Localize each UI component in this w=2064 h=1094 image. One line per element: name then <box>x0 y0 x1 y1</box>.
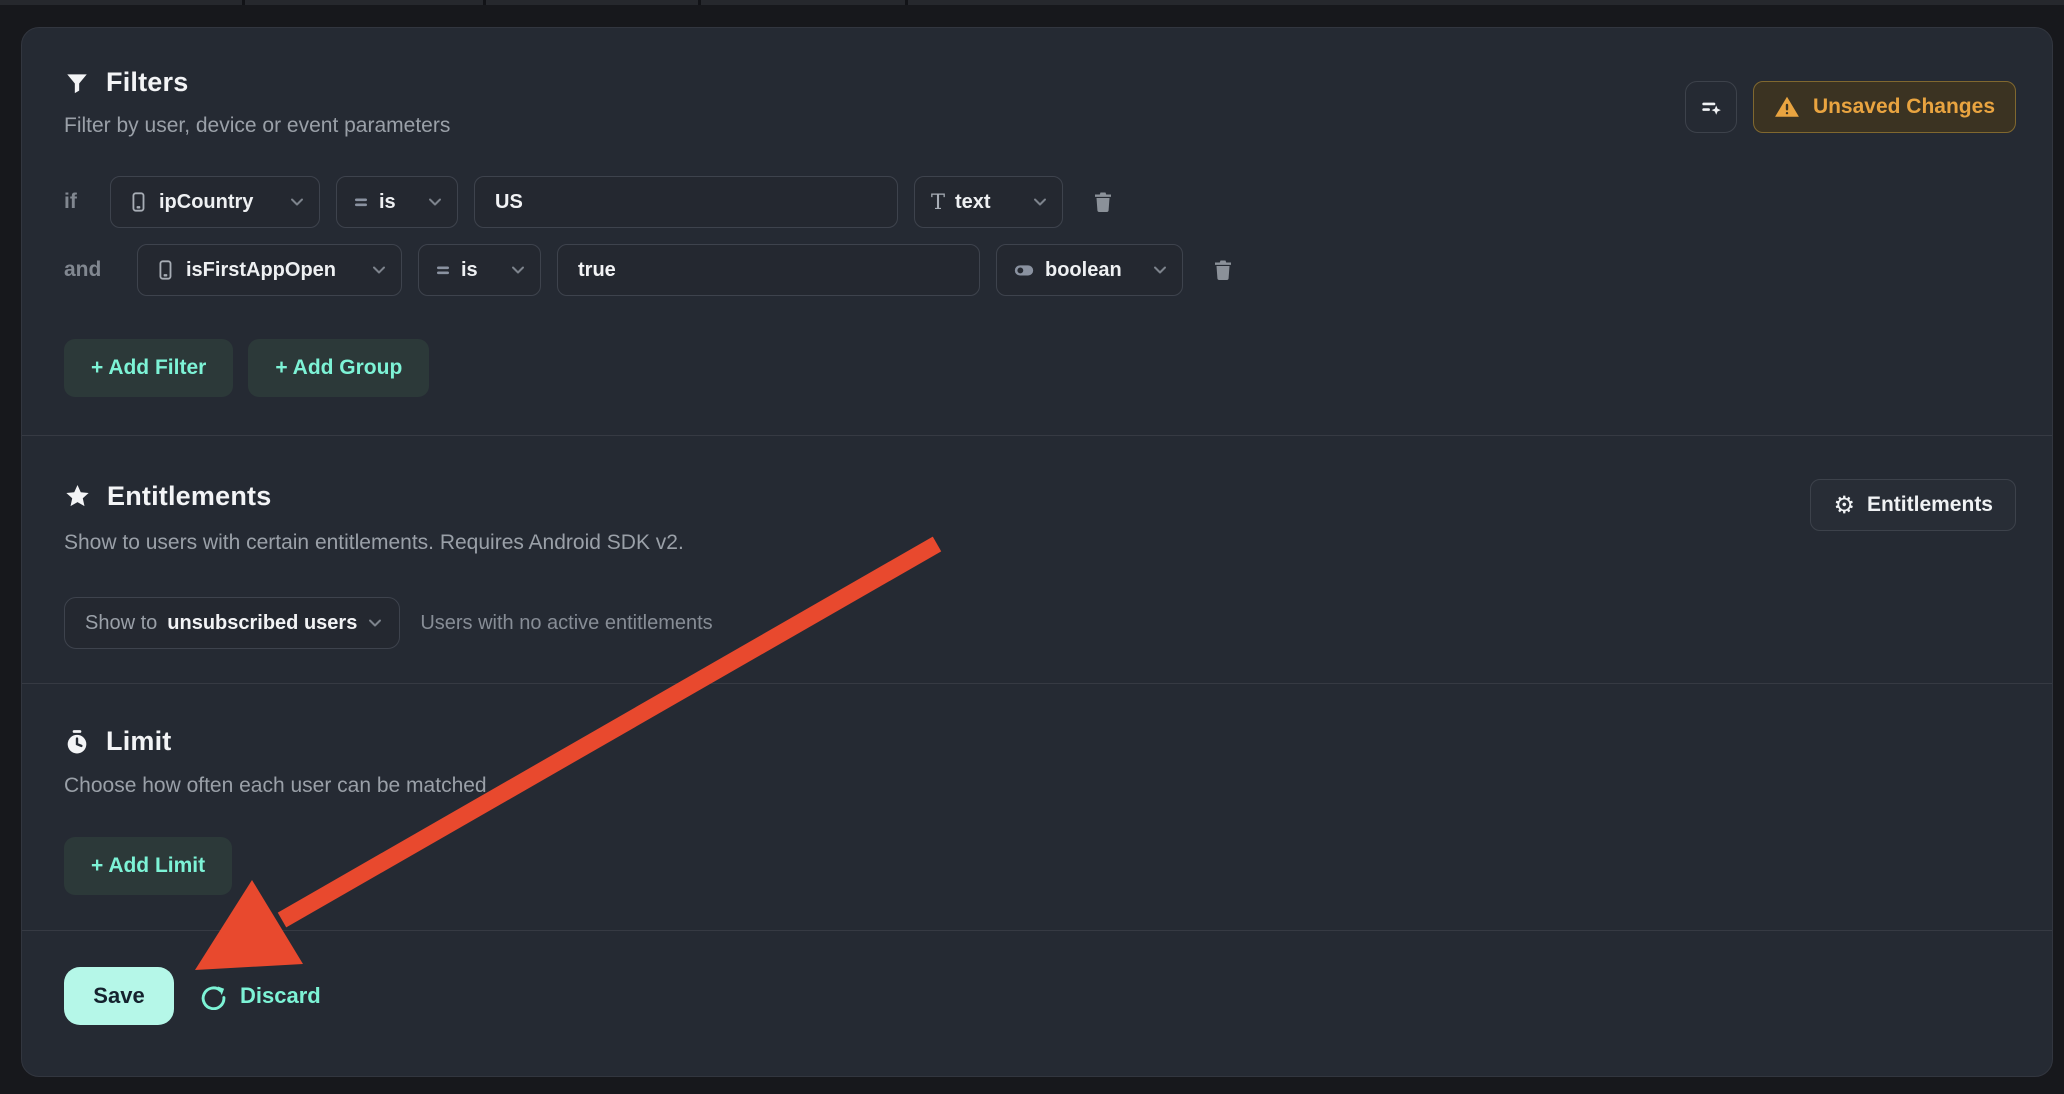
conjunction-label: if <box>64 190 94 214</box>
show-to-value: unsubscribed users <box>167 612 357 635</box>
discard-button[interactable]: Discard <box>200 983 321 1010</box>
filter-value-input[interactable] <box>474 176 898 228</box>
tab-separator <box>698 0 701 5</box>
filter-row: if ipCountry is T text <box>64 176 2010 228</box>
type-dropdown[interactable]: boolean <box>996 244 1183 296</box>
text-type-icon: T <box>931 192 945 213</box>
add-limit-button[interactable]: + Add Limit <box>64 837 232 895</box>
field-value: isFirstAppOpen <box>186 259 336 282</box>
show-to-dropdown[interactable]: Show to unsubscribed users <box>64 597 400 649</box>
unsaved-changes-badge: Unsaved Changes <box>1753 81 2016 133</box>
delete-filter-button[interactable] <box>1211 258 1235 282</box>
trash-icon <box>1211 258 1235 282</box>
entitlements-subtitle: Show to users with certain entitlements.… <box>64 531 2010 555</box>
tab-separator <box>242 0 245 5</box>
limit-subtitle: Choose how often each user can be matche… <box>64 774 2010 798</box>
tab-separator <box>905 0 908 5</box>
chevron-down-icon <box>289 194 305 210</box>
chevron-down-icon <box>427 194 443 210</box>
save-button[interactable]: Save <box>64 967 174 1025</box>
refresh-icon <box>200 983 227 1010</box>
operator-dropdown[interactable]: is <box>418 244 541 296</box>
type-dropdown[interactable]: T text <box>914 176 1063 228</box>
warning-triangle-icon <box>1774 94 1800 120</box>
chevron-down-icon <box>371 262 387 278</box>
operator-value: is <box>461 259 478 282</box>
entitlements-section-header: Entitlements <box>64 481 2010 512</box>
entitlements-button-label: Entitlements <box>1867 493 1993 517</box>
trash-icon <box>1091 190 1115 214</box>
filter-funnel-icon <box>64 70 90 96</box>
type-value: boolean <box>1045 259 1122 282</box>
operator-value: is <box>379 191 396 214</box>
boolean-type-icon <box>1013 259 1035 281</box>
section-divider <box>22 683 2052 684</box>
unsaved-changes-label: Unsaved Changes <box>1813 95 1995 119</box>
device-phone-icon <box>154 259 176 281</box>
entitlements-settings-button[interactable]: ⚙ Entitlements <box>1810 479 2016 531</box>
stopwatch-icon <box>64 729 90 755</box>
limit-title: Limit <box>106 726 172 757</box>
chevron-down-icon <box>367 615 383 631</box>
filter-sparkle-icon <box>1698 94 1724 120</box>
type-value: text <box>955 191 991 214</box>
device-phone-icon <box>127 191 149 213</box>
chevron-down-icon <box>510 262 526 278</box>
operator-dropdown[interactable]: is <box>336 176 458 228</box>
browser-tabs-strip <box>0 0 2064 5</box>
footer-divider <box>22 930 2052 931</box>
equals-icon <box>435 262 451 278</box>
field-value: ipCountry <box>159 191 253 214</box>
section-divider <box>22 435 2052 436</box>
filter-sparkle-button[interactable] <box>1685 81 1737 133</box>
filter-value-input[interactable] <box>557 244 980 296</box>
conjunction-label: and <box>64 258 121 282</box>
add-group-button[interactable]: + Add Group <box>248 339 429 397</box>
limit-section-header: Limit <box>64 726 2010 757</box>
settings-card: Filters Filter by user, device or event … <box>21 27 2053 1077</box>
gear-icon: ⚙ <box>1833 493 1855 517</box>
field-dropdown[interactable]: ipCountry <box>110 176 320 228</box>
field-dropdown[interactable]: isFirstAppOpen <box>137 244 402 296</box>
delete-filter-button[interactable] <box>1091 190 1115 214</box>
equals-icon <box>353 194 369 210</box>
filters-title: Filters <box>106 67 188 98</box>
chevron-down-icon <box>1152 262 1168 278</box>
star-icon <box>64 483 91 510</box>
entitlements-helper-text: Users with no active entitlements <box>420 612 712 635</box>
filter-row: and isFirstAppOpen is boolean <box>64 244 2010 296</box>
entitlements-title: Entitlements <box>107 481 271 512</box>
tab-separator <box>483 0 486 5</box>
show-to-label: Show to <box>85 612 157 635</box>
discard-label: Discard <box>240 983 321 1009</box>
add-filter-button[interactable]: + Add Filter <box>64 339 233 397</box>
chevron-down-icon <box>1032 194 1048 210</box>
